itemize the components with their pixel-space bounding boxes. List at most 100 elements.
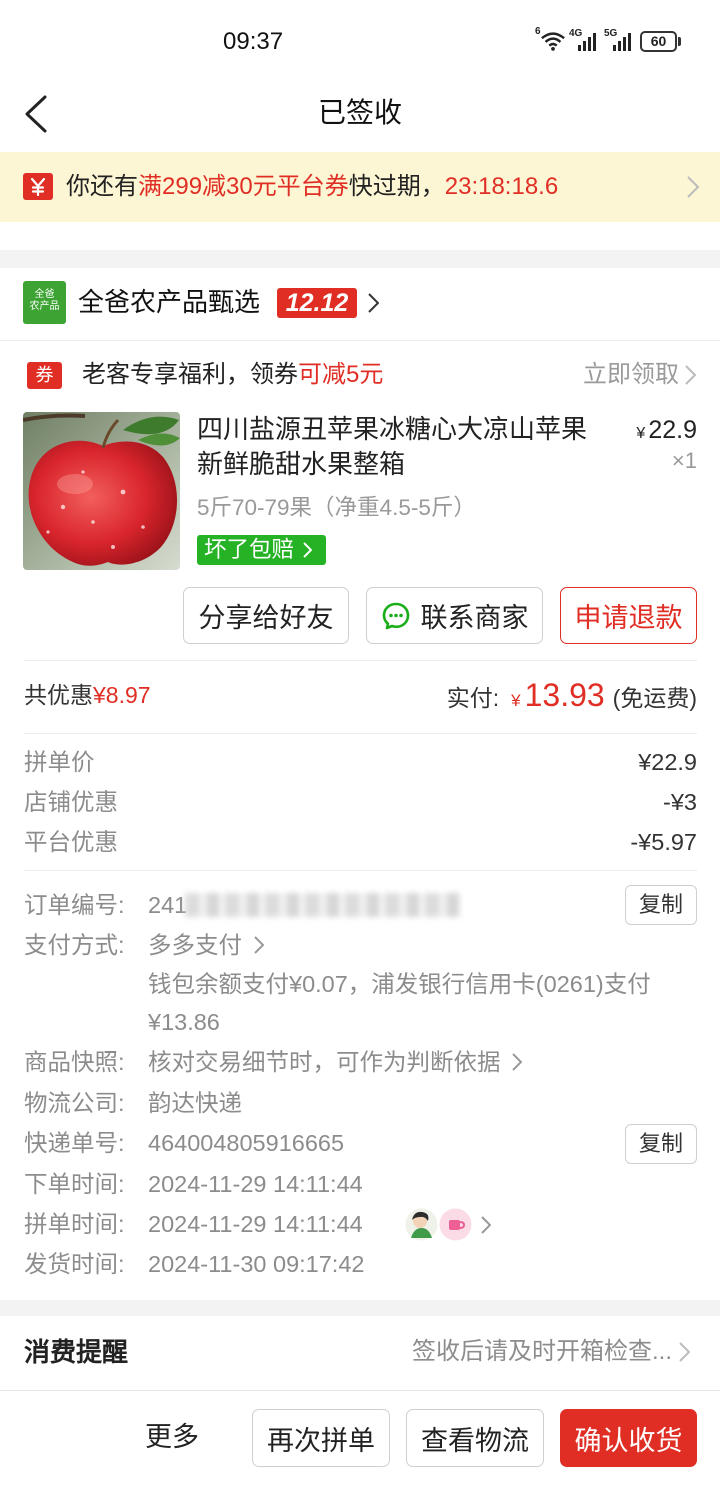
order-time-label: 下单时间: (24, 1171, 125, 1197)
store-logo[interactable]: 全爸 农产品 (23, 281, 66, 324)
price-detail-label: 平台优惠 (24, 829, 118, 855)
amount-paid-currency: ¥ (511, 691, 521, 710)
total-discount-label: 共优惠 (24, 682, 93, 708)
ship-time-value: 2024-11-30 09:17:42 (148, 1251, 365, 1277)
view-logistics-label: 查看物流 (421, 1425, 529, 1456)
promo-badge: 12.12 (277, 288, 357, 318)
snapshot-row: 商品快照: 核对交易细节时，可作为判断依据 (0, 1047, 720, 1077)
coupon-expiry-banner[interactable]: 你还有满299减30元平台券快过期，23:18:18.6 (0, 152, 720, 222)
consumer-reminder[interactable]: 消费提醒 签收后请及时开箱检查... (0, 1316, 720, 1390)
group-time-label: 拼单时间: (24, 1211, 125, 1237)
total-discount-value: ¥8.97 (93, 682, 151, 708)
payment-method-text: 多多支付 (148, 932, 242, 958)
contact-seller-button[interactable]: 联系商家 (366, 587, 543, 644)
reminder-title: 消费提醒 (24, 1337, 129, 1367)
payment-method-label: 支付方式: (24, 932, 125, 958)
payment-detail-line2: ¥13.86 (148, 1009, 220, 1035)
logistics-company-label: 物流公司: (24, 1090, 125, 1116)
product-image[interactable] (23, 412, 180, 570)
share-button[interactable]: 分享给好友 (183, 587, 349, 644)
shipping-note: (免运费) (612, 685, 697, 711)
chat-bubble-icon (382, 602, 409, 629)
signal-icon (613, 33, 631, 51)
page-title: 已签收 (317, 97, 402, 128)
snapshot-label: 商品快照: (24, 1049, 125, 1075)
snapshot-link[interactable]: 核对交易细节时，可作为判断依据 (148, 1047, 523, 1077)
tracking-number-row: 快递单号: 464004805916665 (0, 1128, 720, 1158)
copy-button-label: 复制 (638, 892, 683, 917)
chevron-right-icon (687, 176, 699, 198)
price-detail-value: -¥5.97 (630, 829, 697, 855)
claim-coupon-link[interactable]: 立即领取 (583, 360, 679, 390)
coupon-yen-icon (23, 173, 53, 200)
tracking-number-label: 快递单号: (24, 1130, 125, 1156)
avatar (439, 1208, 472, 1241)
logistics-company-row: 物流公司: 韵达快递 (0, 1088, 720, 1118)
product-quantity: ×1 (671, 448, 697, 473)
ship-time-label: 发货时间: (24, 1251, 125, 1277)
banner-coupon: 满299减30元平台券 (138, 173, 349, 200)
divider (24, 660, 697, 661)
payment-method-row: 支付方式: 多多支付 (0, 930, 720, 960)
divider (24, 733, 697, 734)
wifi-icon (541, 32, 565, 51)
price-detail-row: 店铺优惠 -¥3 (0, 787, 720, 817)
reorder-button[interactable]: 再次拼单 (252, 1409, 390, 1467)
payment-detail-line1: 钱包余额支付¥0.07，浦发银行信用卡(0261)支付 (148, 971, 651, 997)
store-logo-line2: 农产品 (29, 301, 60, 312)
group-time-value: 2024-11-29 14:11:44 (148, 1211, 363, 1237)
order-time-row: 下单时间: 2024-11-29 14:11:44 (0, 1169, 720, 1199)
confirm-receipt-button[interactable]: 确认收货 (560, 1409, 697, 1467)
banner-text: 你还有满299减30元平台券快过期，23:18:18.6 (66, 172, 558, 202)
ship-time-row: 发货时间: 2024-11-30 09:17:42 (0, 1249, 720, 1279)
copy-tracking-number-button[interactable]: 复制 (625, 1124, 697, 1164)
coupon-icon-text: 券 (35, 365, 54, 385)
reorder-button-label: 再次拼单 (267, 1425, 375, 1456)
chevron-right-icon (512, 1053, 523, 1071)
banner-prefix: 你还有 (66, 173, 138, 200)
guarantee-badge[interactable]: 坏了包赔 (197, 535, 326, 565)
group-members[interactable] (405, 1208, 497, 1242)
total-discount: 共优惠¥8.97 (24, 680, 151, 710)
view-logistics-button[interactable]: 查看物流 (406, 1409, 544, 1467)
product-price-currency: ¥ (636, 425, 646, 442)
contact-seller-label: 联系商家 (420, 603, 529, 633)
coupon-text-highlight: 可减5元 (298, 361, 384, 388)
battery-level: 60 (650, 33, 667, 49)
copy-order-number-button[interactable]: 复制 (625, 885, 697, 925)
refund-button[interactable]: 申请退款 (560, 587, 697, 644)
store-name[interactable]: 全爸农产品甄选 (78, 287, 260, 317)
status-time: 09:37 (223, 28, 284, 55)
order-number-label: 订单编号: (24, 892, 125, 918)
amount-paid-label: 实付: (446, 685, 500, 711)
price-detail-row: 拼单价 ¥22.9 (0, 747, 720, 777)
chevron-right-icon (679, 1342, 690, 1362)
snapshot-text: 核对交易细节时，可作为判断依据 (148, 1049, 501, 1075)
tracking-number-value: 464004805916665 (148, 1130, 345, 1156)
chevron-right-icon[interactable] (368, 293, 379, 313)
price-detail-label: 拼单价 (24, 749, 95, 775)
banner-countdown: 23:18:18.6 (444, 173, 559, 200)
product-title[interactable]: 四川盐源丑苹果冰糖心大凉山苹果新鲜脆甜水果整箱 (197, 412, 607, 482)
coupon-ticket-icon: 券 (27, 362, 62, 389)
order-time-value: 2024-11-29 14:11:44 (148, 1171, 363, 1197)
confirm-receipt-label: 确认收货 (574, 1425, 683, 1456)
banner-middle: 快过期， (348, 173, 445, 200)
chevron-right-icon (253, 936, 264, 954)
divider (24, 870, 697, 871)
signal-icon (578, 33, 596, 51)
payment-method-value[interactable]: 多多支付 (148, 930, 264, 960)
reminder-text: 签收后请及时开箱检查... (411, 1338, 672, 1365)
nav-header: 已签收 (0, 80, 720, 152)
copy-button-label: 复制 (638, 1131, 683, 1156)
promo-badge-text: 12.12 (285, 289, 349, 317)
more-button[interactable]: 更多 (145, 1421, 199, 1453)
order-number-blurred (185, 893, 460, 917)
coupon-text-main: 老客专享福利，领券 (82, 361, 298, 388)
battery-nub (678, 37, 681, 46)
chevron-right-icon (481, 1216, 491, 1234)
product-price-value: 22.9 (648, 416, 697, 444)
logistics-company-value: 韵达快递 (148, 1090, 242, 1116)
share-button-label: 分享给好友 (198, 603, 334, 633)
product-price: ¥22.9 (636, 416, 697, 448)
